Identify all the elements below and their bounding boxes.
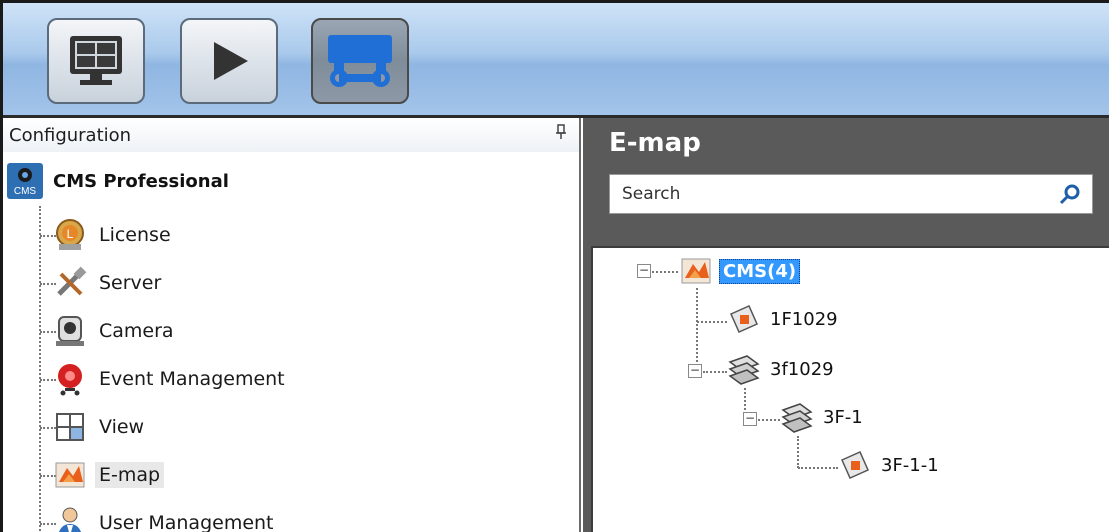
configuration-panel: Configuration CMS CMS Professional L Lic… — [3, 118, 581, 532]
tree-connector — [39, 206, 41, 532]
main-toolbar — [3, 3, 1109, 118]
collapse-toggle[interactable]: − — [637, 264, 651, 278]
map-layer-icon — [730, 305, 758, 333]
tree-item-emap[interactable]: E-map — [53, 456, 165, 494]
map-stack-icon — [728, 355, 760, 385]
panel-title: E-map — [609, 128, 701, 158]
tree-item-camera[interactable]: Camera — [53, 312, 178, 350]
play-icon — [214, 42, 248, 80]
search-input[interactable]: Search — [609, 174, 1093, 214]
tree-item-view[interactable]: View — [53, 408, 148, 446]
map-layer-icon — [841, 451, 869, 479]
emap-panel: E-map Search − CMS(4) 1F1029 − 3f1029 − … — [583, 118, 1109, 532]
emap-node-1f1029[interactable]: 1F1029 — [727, 302, 841, 336]
tree-connector — [696, 288, 698, 370]
playback-button[interactable] — [180, 18, 278, 104]
emap-icon — [681, 258, 711, 284]
svg-text:L: L — [67, 227, 74, 241]
emap-node-3f-1[interactable]: 3F-1 — [780, 400, 866, 434]
tree-branch — [758, 419, 780, 421]
tree-item-label: User Management — [99, 512, 274, 532]
panel-title: Configuration — [9, 124, 132, 146]
user-icon — [59, 507, 81, 532]
tree-item-license[interactable]: L License — [53, 216, 175, 254]
event-alarm-icon — [58, 364, 82, 396]
search-icon[interactable] — [1058, 182, 1082, 211]
tree-connector — [797, 436, 799, 468]
root-label: CMS Professional — [53, 170, 229, 192]
live-view-button[interactable] — [47, 18, 145, 104]
tree-branch — [798, 467, 838, 469]
emap-node-cms[interactable]: CMS(4) — [679, 254, 801, 288]
app-window: Configuration CMS CMS Professional L Lic… — [0, 0, 1109, 532]
tree-item-user-management[interactable]: User Management — [53, 504, 278, 532]
monitor-icon — [70, 36, 122, 85]
tree-branch — [697, 321, 727, 323]
map-stack-icon — [781, 403, 813, 433]
node-label: 3F-1 — [823, 406, 863, 428]
emap-node-3f1029[interactable]: 3f1029 — [727, 352, 837, 386]
node-label: CMS(4) — [719, 258, 801, 284]
camera-icon — [56, 316, 84, 346]
tree-item-label: View — [99, 416, 145, 438]
tree-branch — [703, 371, 727, 373]
tree-root-cms[interactable]: CMS CMS Professional — [7, 161, 229, 201]
license-icon: L — [56, 219, 84, 250]
node-label: 3f1029 — [770, 358, 834, 380]
config-icon — [328, 35, 392, 87]
tree-item-label: Event Management — [99, 368, 285, 390]
tree-item-server[interactable]: Server — [53, 264, 165, 302]
emap-icon — [55, 462, 85, 488]
tree-item-event-management[interactable]: Event Management — [53, 360, 289, 398]
pin-icon[interactable] — [555, 124, 567, 144]
view-grid-icon — [56, 413, 84, 441]
collapse-toggle[interactable]: − — [743, 412, 757, 426]
cms-logo-icon: CMS — [7, 163, 43, 199]
emap-tree: − CMS(4) 1F1029 − 3f1029 − 3F-1 3F-1-1 — [591, 246, 1109, 532]
tree-item-label: Server — [99, 272, 162, 294]
tree-item-label: E-map — [95, 462, 165, 488]
tree-branch — [652, 271, 678, 273]
configuration-button[interactable] — [311, 18, 409, 104]
cms-logo-text: CMS — [14, 186, 37, 197]
tree-item-label: Camera — [99, 320, 174, 342]
emap-node-3f-1-1[interactable]: 3F-1-1 — [838, 448, 942, 482]
node-label: 3F-1-1 — [881, 454, 939, 476]
server-tools-icon — [57, 266, 87, 296]
collapse-toggle[interactable]: − — [688, 364, 702, 378]
panel-header: Configuration — [3, 118, 579, 152]
tree-item-label: License — [99, 224, 171, 246]
search-placeholder: Search — [622, 184, 681, 204]
node-label: 1F1029 — [770, 308, 838, 330]
